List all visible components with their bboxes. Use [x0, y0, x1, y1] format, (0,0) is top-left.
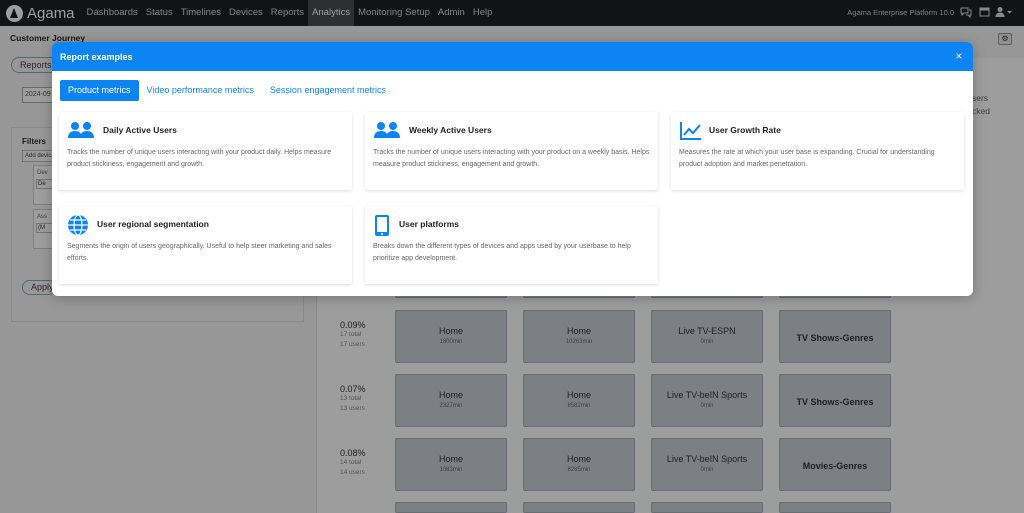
users-icon	[373, 120, 400, 142]
card-title: User platforms	[399, 219, 459, 229]
card-description: Measures the rate at which your user bas…	[679, 149, 935, 168]
tab-product-metrics[interactable]: Product metrics	[60, 80, 139, 101]
modal-title: Report examples	[60, 51, 133, 62]
report-examples-modal: Report examples × Product metrics Video …	[52, 42, 973, 296]
tab-session-engagement-metrics[interactable]: Session engagement metrics	[262, 80, 394, 101]
card-description: Tracks the number of unique users intera…	[67, 149, 332, 168]
metric-tabs: Product metrics Video performance metric…	[60, 80, 394, 101]
modal-header: Report examples	[52, 42, 973, 71]
card-title: User Growth Rate	[709, 125, 781, 135]
report-card-user-platforms[interactable]: User platforms Breaks down the different…	[365, 206, 658, 284]
card-description: Segments the origin of users geographica…	[67, 243, 332, 262]
close-icon[interactable]: ×	[953, 49, 965, 63]
report-card-user-growth-rate[interactable]: User Growth Rate Measures the rate at wh…	[671, 112, 964, 190]
growth-chart-icon	[679, 120, 705, 142]
card-description: Breaks down the different types of devic…	[373, 243, 631, 262]
users-icon	[67, 120, 94, 142]
tablet-icon	[373, 214, 399, 236]
card-title: User regional segmentation	[97, 219, 209, 229]
card-description: Tracks the number of unique users intera…	[373, 149, 650, 168]
tab-video-performance-metrics[interactable]: Video performance metrics	[139, 80, 262, 101]
report-card-weekly-active-users[interactable]: Weekly Active Users Tracks the number of…	[365, 112, 658, 190]
globe-icon	[67, 214, 93, 236]
report-card-user-regional-segmentation[interactable]: User regional segmentation Segments the …	[59, 206, 352, 284]
report-card-daily-active-users[interactable]: Daily Active Users Tracks the number of …	[59, 112, 352, 190]
card-title: Weekly Active Users	[409, 125, 492, 135]
card-title: Daily Active Users	[103, 125, 177, 135]
